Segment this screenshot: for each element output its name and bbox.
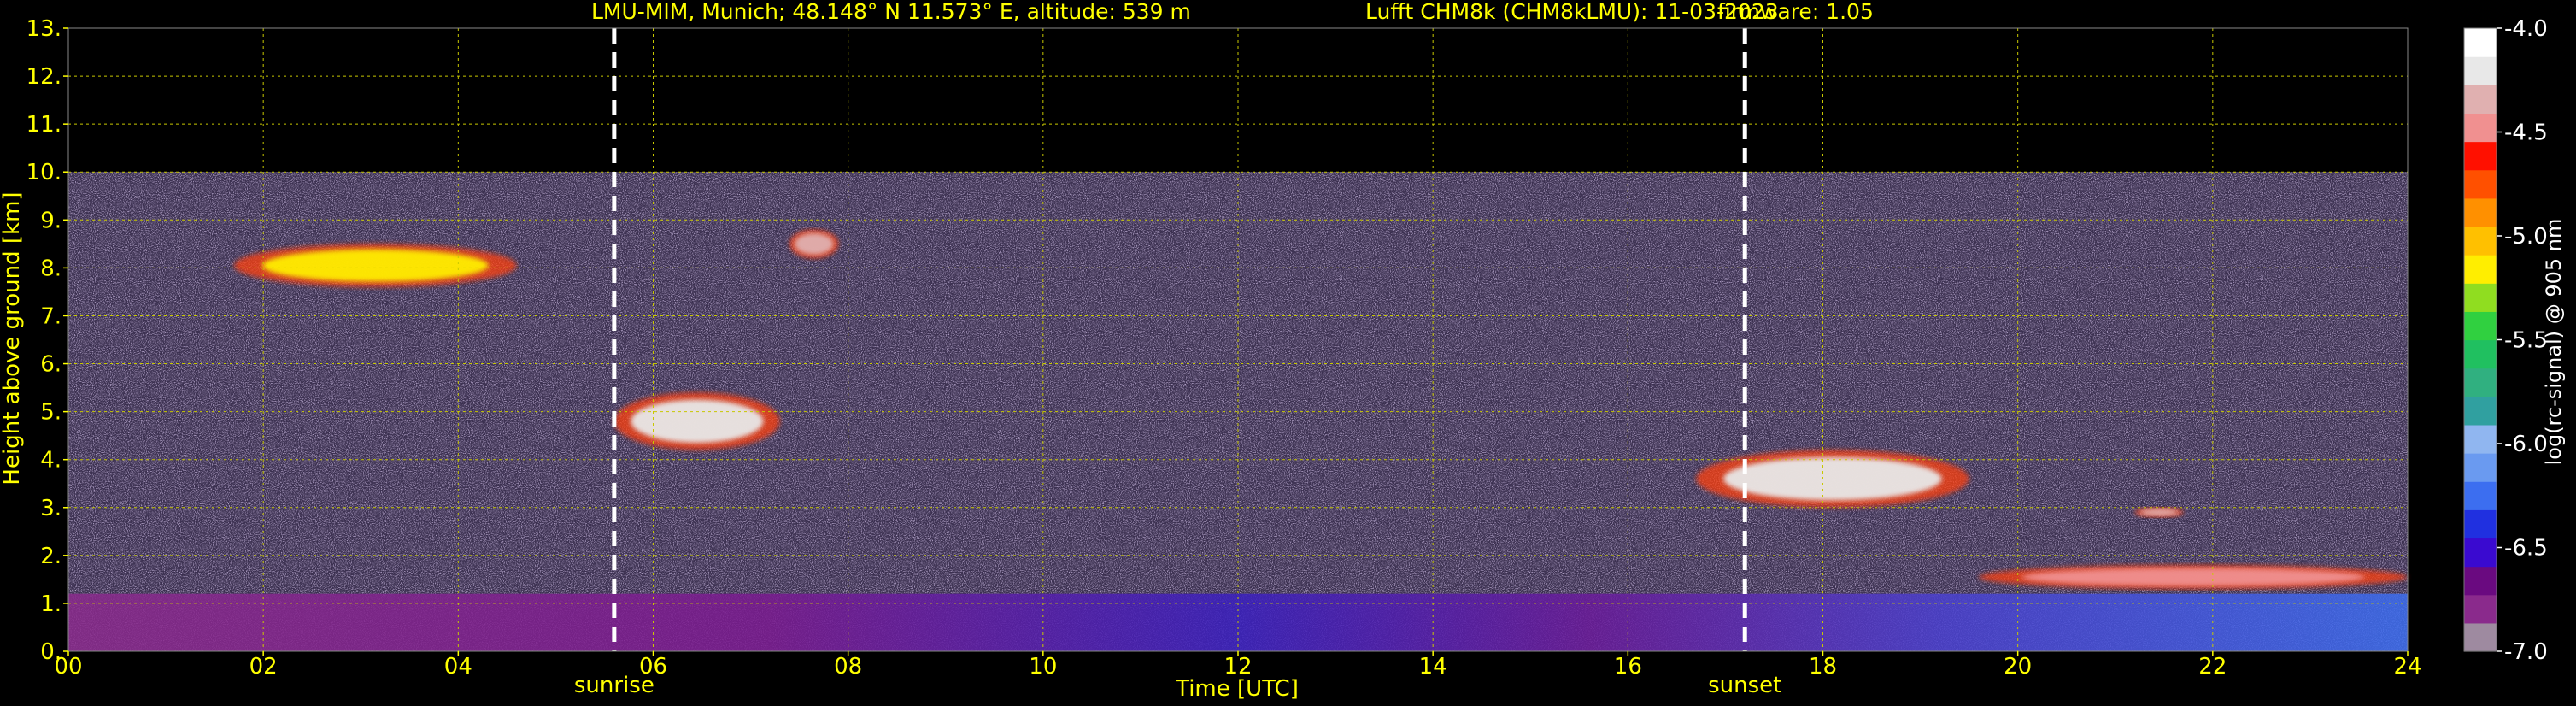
colorbar-tick-label: -7.0 <box>2504 639 2548 665</box>
ceilometer-chart: sunrise sunset 00 02 04 06 08 10 12 14 16 18 20 22 24… <box>0 0 2566 702</box>
colorbar-tick-label: -4.5 <box>2504 121 2548 146</box>
y-tick-label: 3. <box>40 496 62 521</box>
colorbar-segment <box>2464 169 2497 199</box>
colorbar-segment <box>2464 283 2497 312</box>
colorbar-label: log(rc-signal) @ 905 nm <box>2542 219 2566 466</box>
y-axis-label: Height above ground [km] <box>0 191 25 485</box>
x-tick-label: 10 <box>1029 654 1057 680</box>
colorbar-segment <box>2464 339 2497 369</box>
colorbar-segment <box>2464 453 2497 482</box>
y-tick-label: 10. <box>26 160 62 185</box>
y-tick-label: 1. <box>40 591 62 617</box>
colorbar-segment <box>2464 28 2497 57</box>
colorbar-segment <box>2464 424 2497 454</box>
cloud-core <box>1723 456 1942 501</box>
colorbar-segment <box>2464 566 2497 596</box>
title-location: LMU-MIM, Munich; 48.148° N 11.573° E, al… <box>591 0 1191 24</box>
x-tick-label: 08 <box>834 654 862 680</box>
x-tick-label: 22 <box>2198 654 2227 680</box>
y-tick-label: 7. <box>40 303 62 329</box>
y-tick-label: 0. <box>40 639 62 665</box>
colorbar-tick-label: -6.5 <box>2504 536 2548 562</box>
y-tick-label: 11. <box>26 112 62 138</box>
colorbar-segment <box>2464 141 2497 171</box>
colorbar-segment <box>2464 509 2497 539</box>
colorbar-segment <box>2464 197 2497 227</box>
colorbar-segment <box>2464 113 2497 143</box>
colorbar-segment <box>2464 85 2497 115</box>
x-tick-label: 04 <box>444 654 472 680</box>
x-tick-label: 16 <box>1614 654 1642 680</box>
cloud-core <box>2021 568 2365 586</box>
colorbar-segment <box>2464 311 2497 341</box>
cloud-core <box>262 249 489 282</box>
y-tick-label: 2. <box>40 544 62 569</box>
x-tick-label: 24 <box>2393 654 2421 680</box>
y-tick-label: 8. <box>40 256 62 281</box>
colorbar-segment <box>2464 255 2497 284</box>
colorbar-segment <box>2464 396 2497 426</box>
y-tick-label: 4. <box>40 448 62 474</box>
cloud-core <box>631 399 764 444</box>
x-tick-label: 14 <box>1419 654 1447 680</box>
plot-area: sunrise sunset <box>67 27 2409 698</box>
colorbar-segment <box>2464 622 2497 652</box>
cloud-core <box>794 232 834 255</box>
marker-label-sunset: sunset <box>1708 673 1781 698</box>
title-firmware: firmware: 1.05 <box>1717 0 1874 24</box>
colorbar-segment <box>2464 226 2497 256</box>
y-tick-label: 5. <box>40 400 62 426</box>
x-tick-label: 20 <box>2004 654 2032 680</box>
colorbar-tick-label: -4.0 <box>2504 16 2548 42</box>
colorbar-segment <box>2464 481 2497 510</box>
y-tick-label: 12. <box>26 64 62 90</box>
colorbar-segment <box>2464 538 2497 568</box>
colorbar-segment <box>2464 56 2497 85</box>
x-axis-label: Time [UTC] <box>1175 676 1299 702</box>
y-tick-label: 13. <box>26 16 62 42</box>
colorbar-segment <box>2464 368 2497 397</box>
x-tick-label: 02 <box>249 654 278 680</box>
x-tick-label: 18 <box>1809 654 1837 680</box>
colorbar-segment <box>2464 594 2497 624</box>
x-tick-label: 06 <box>639 654 667 680</box>
y-tick-label: 9. <box>40 208 62 233</box>
y-tick-label: 6. <box>40 352 62 378</box>
colorbar: -4.0-4.5-5.0-5.5-6.0-6.5-7.0 <box>2463 16 2548 665</box>
cloud-core <box>2139 509 2179 516</box>
